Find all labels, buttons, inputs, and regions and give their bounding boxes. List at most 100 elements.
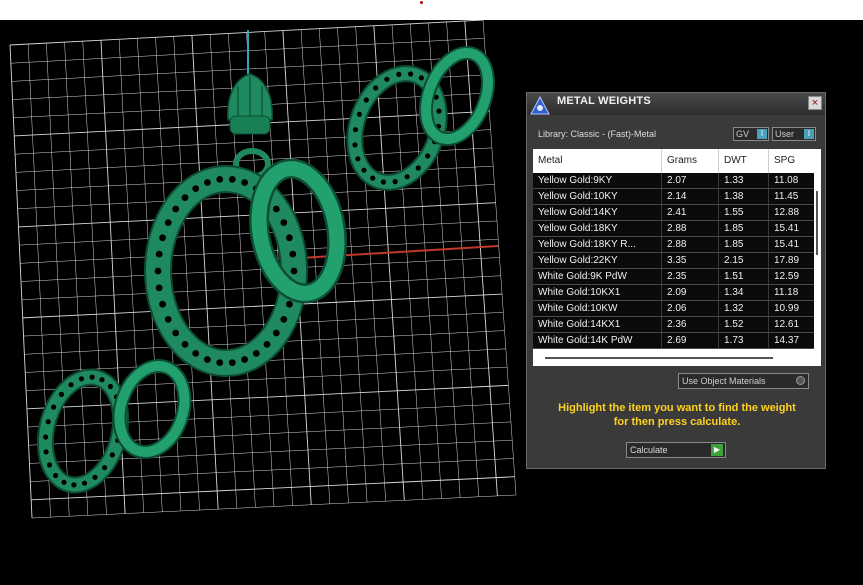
panel-title-bar[interactable]: METAL WEIGHTS × (527, 93, 825, 115)
perforation-hole (92, 474, 98, 480)
use-object-materials-option[interactable]: Use Object Materials (678, 373, 809, 389)
perforation-hole (68, 382, 74, 388)
cell-dwt: 1.51 (719, 269, 769, 284)
perforation-hole (408, 71, 414, 77)
perforation-hole (418, 75, 424, 81)
perforation-hole (404, 174, 410, 180)
table-row[interactable]: Yellow Gold:18KY R... 2.88 1.85 15.41 (533, 237, 815, 253)
cell-dwt: 1.85 (719, 221, 769, 236)
cell-spg: 12.59 (774, 271, 800, 282)
vertical-scrollbar[interactable] (814, 173, 821, 349)
close-button[interactable]: × (808, 96, 822, 110)
metal-weights-panel: METAL WEIGHTS × Library: Classic - (Fast… (526, 92, 826, 469)
grid-line (21, 275, 501, 300)
perforation-hole (99, 377, 105, 383)
cell-dwt: 1.33 (719, 173, 769, 188)
instruction-text: Highlight the item you want to find the … (537, 401, 817, 429)
perforation-hole (107, 383, 113, 390)
library-label: Library: Classic - (Fast)-Metal (538, 129, 657, 139)
cell-spg: 12.61 (774, 319, 800, 330)
grid-line (391, 24, 424, 500)
perforation-hole (51, 404, 57, 410)
cell-grams: 2.41 (662, 205, 719, 220)
cell-grams: 2.35 (662, 269, 719, 284)
perforation-hole (415, 165, 421, 171)
perforation-hole (181, 194, 189, 202)
earring-top-right (346, 45, 495, 191)
instruction-line-1: Highlight the item you want to find the … (558, 402, 796, 414)
red-dot-marker (420, 1, 423, 4)
horizontal-scroll-thumb[interactable] (545, 357, 773, 359)
horizontal-scrollbar[interactable] (533, 349, 821, 366)
cell-dwt: 1.73 (719, 333, 769, 348)
user-toggle[interactable]: User I (772, 127, 816, 141)
pendant-bail (227, 73, 273, 180)
perforation-hole (228, 176, 236, 183)
use-object-materials-label: Use Object Materials (682, 376, 766, 386)
cell-metal: Yellow Gold:18KY (533, 221, 662, 236)
table-row[interactable]: White Gold:10KW 2.06 1.32 10.99 (533, 301, 815, 317)
cell-spg: 11.08 (774, 175, 799, 186)
perforation-hole (290, 267, 298, 275)
column-header-metal[interactable]: Metal (533, 149, 662, 173)
cell-grams: 2.07 (662, 173, 719, 188)
cell-spg: 11.45 (774, 191, 799, 202)
cell-metal: Yellow Gold:9KY (533, 173, 662, 188)
perforation-hole (81, 480, 88, 486)
column-header-dwt[interactable]: DWT (719, 149, 769, 173)
table-row[interactable]: White Gold:10KX1 2.09 1.34 11.18 (533, 285, 815, 301)
radio-icon[interactable] (796, 376, 805, 385)
instruction-line-2: for then press calculate. (613, 416, 741, 428)
perforation-hole (154, 267, 162, 275)
cell-metal: Yellow Gold:22KY (533, 253, 662, 268)
table-row[interactable]: Yellow Gold:22KY 3.35 2.15 17.89 (533, 253, 815, 269)
cell-metal: Yellow Gold:10KY (533, 189, 662, 204)
table-header: Metal Grams DWT SPG (533, 149, 821, 173)
gv-toggle-label: GV (736, 129, 750, 139)
cell-dwt: 1.52 (719, 317, 769, 332)
column-header-grams[interactable]: Grams (662, 149, 719, 173)
perforation-hole (272, 329, 280, 337)
cell-spg: 11.18 (774, 287, 799, 298)
cell-spg: 15.41 (774, 223, 800, 234)
table-row[interactable]: Yellow Gold:18KY 2.88 1.85 15.41 (533, 221, 815, 237)
cell-dwt: 1.38 (719, 189, 769, 204)
perforation-hole (109, 452, 115, 458)
table-row[interactable]: Yellow Gold:10KY 2.14 1.38 11.45 (533, 189, 815, 205)
perforation-hole (263, 341, 271, 348)
perforation-hole (45, 419, 51, 425)
column-header-spg[interactable]: SPG (769, 149, 821, 173)
table-row[interactable]: Yellow Gold:9KY 2.07 1.33 11.08 (533, 173, 815, 189)
perforation-hole (252, 350, 260, 357)
perforation-hole (396, 71, 402, 77)
table-row[interactable]: White Gold:9K PdW 2.35 1.51 12.59 (533, 269, 815, 285)
perforation-hole (241, 179, 249, 186)
perforation-hole (204, 179, 211, 186)
perforation-hole (286, 234, 293, 242)
perforation-hole (43, 434, 49, 440)
gv-toggle[interactable]: GV I (733, 127, 769, 141)
cell-dwt: 1.32 (719, 301, 769, 316)
perforation-hole (155, 284, 163, 292)
cell-grams: 2.36 (662, 317, 719, 332)
perforation-hole (363, 97, 369, 103)
grid-line (22, 293, 503, 319)
perforation-hole (53, 472, 59, 479)
cell-spg: 10.99 (774, 303, 800, 314)
table-row[interactable]: White Gold:14K PdW 2.69 1.73 14.37 (533, 333, 815, 349)
perforation-hole (216, 176, 224, 183)
vertical-scroll-thumb[interactable] (816, 191, 818, 255)
perforation-hole (352, 127, 359, 133)
table-row[interactable]: Yellow Gold:14KY 2.41 1.55 12.88 (533, 205, 815, 221)
cell-dwt: 1.34 (719, 285, 769, 300)
table-row[interactable]: White Gold:14KX1 2.36 1.52 12.61 (533, 317, 815, 333)
cell-metal: White Gold:9K PdW (533, 269, 662, 284)
perforation-hole (272, 205, 280, 213)
grid-line (28, 421, 511, 446)
grid-line (26, 384, 509, 410)
calculate-button[interactable]: Calculate ▶ (626, 442, 726, 458)
perforation-hole (280, 316, 288, 323)
calculate-label: Calculate (630, 445, 668, 455)
perforation-hole (172, 329, 180, 337)
perforation-hole (355, 156, 361, 162)
